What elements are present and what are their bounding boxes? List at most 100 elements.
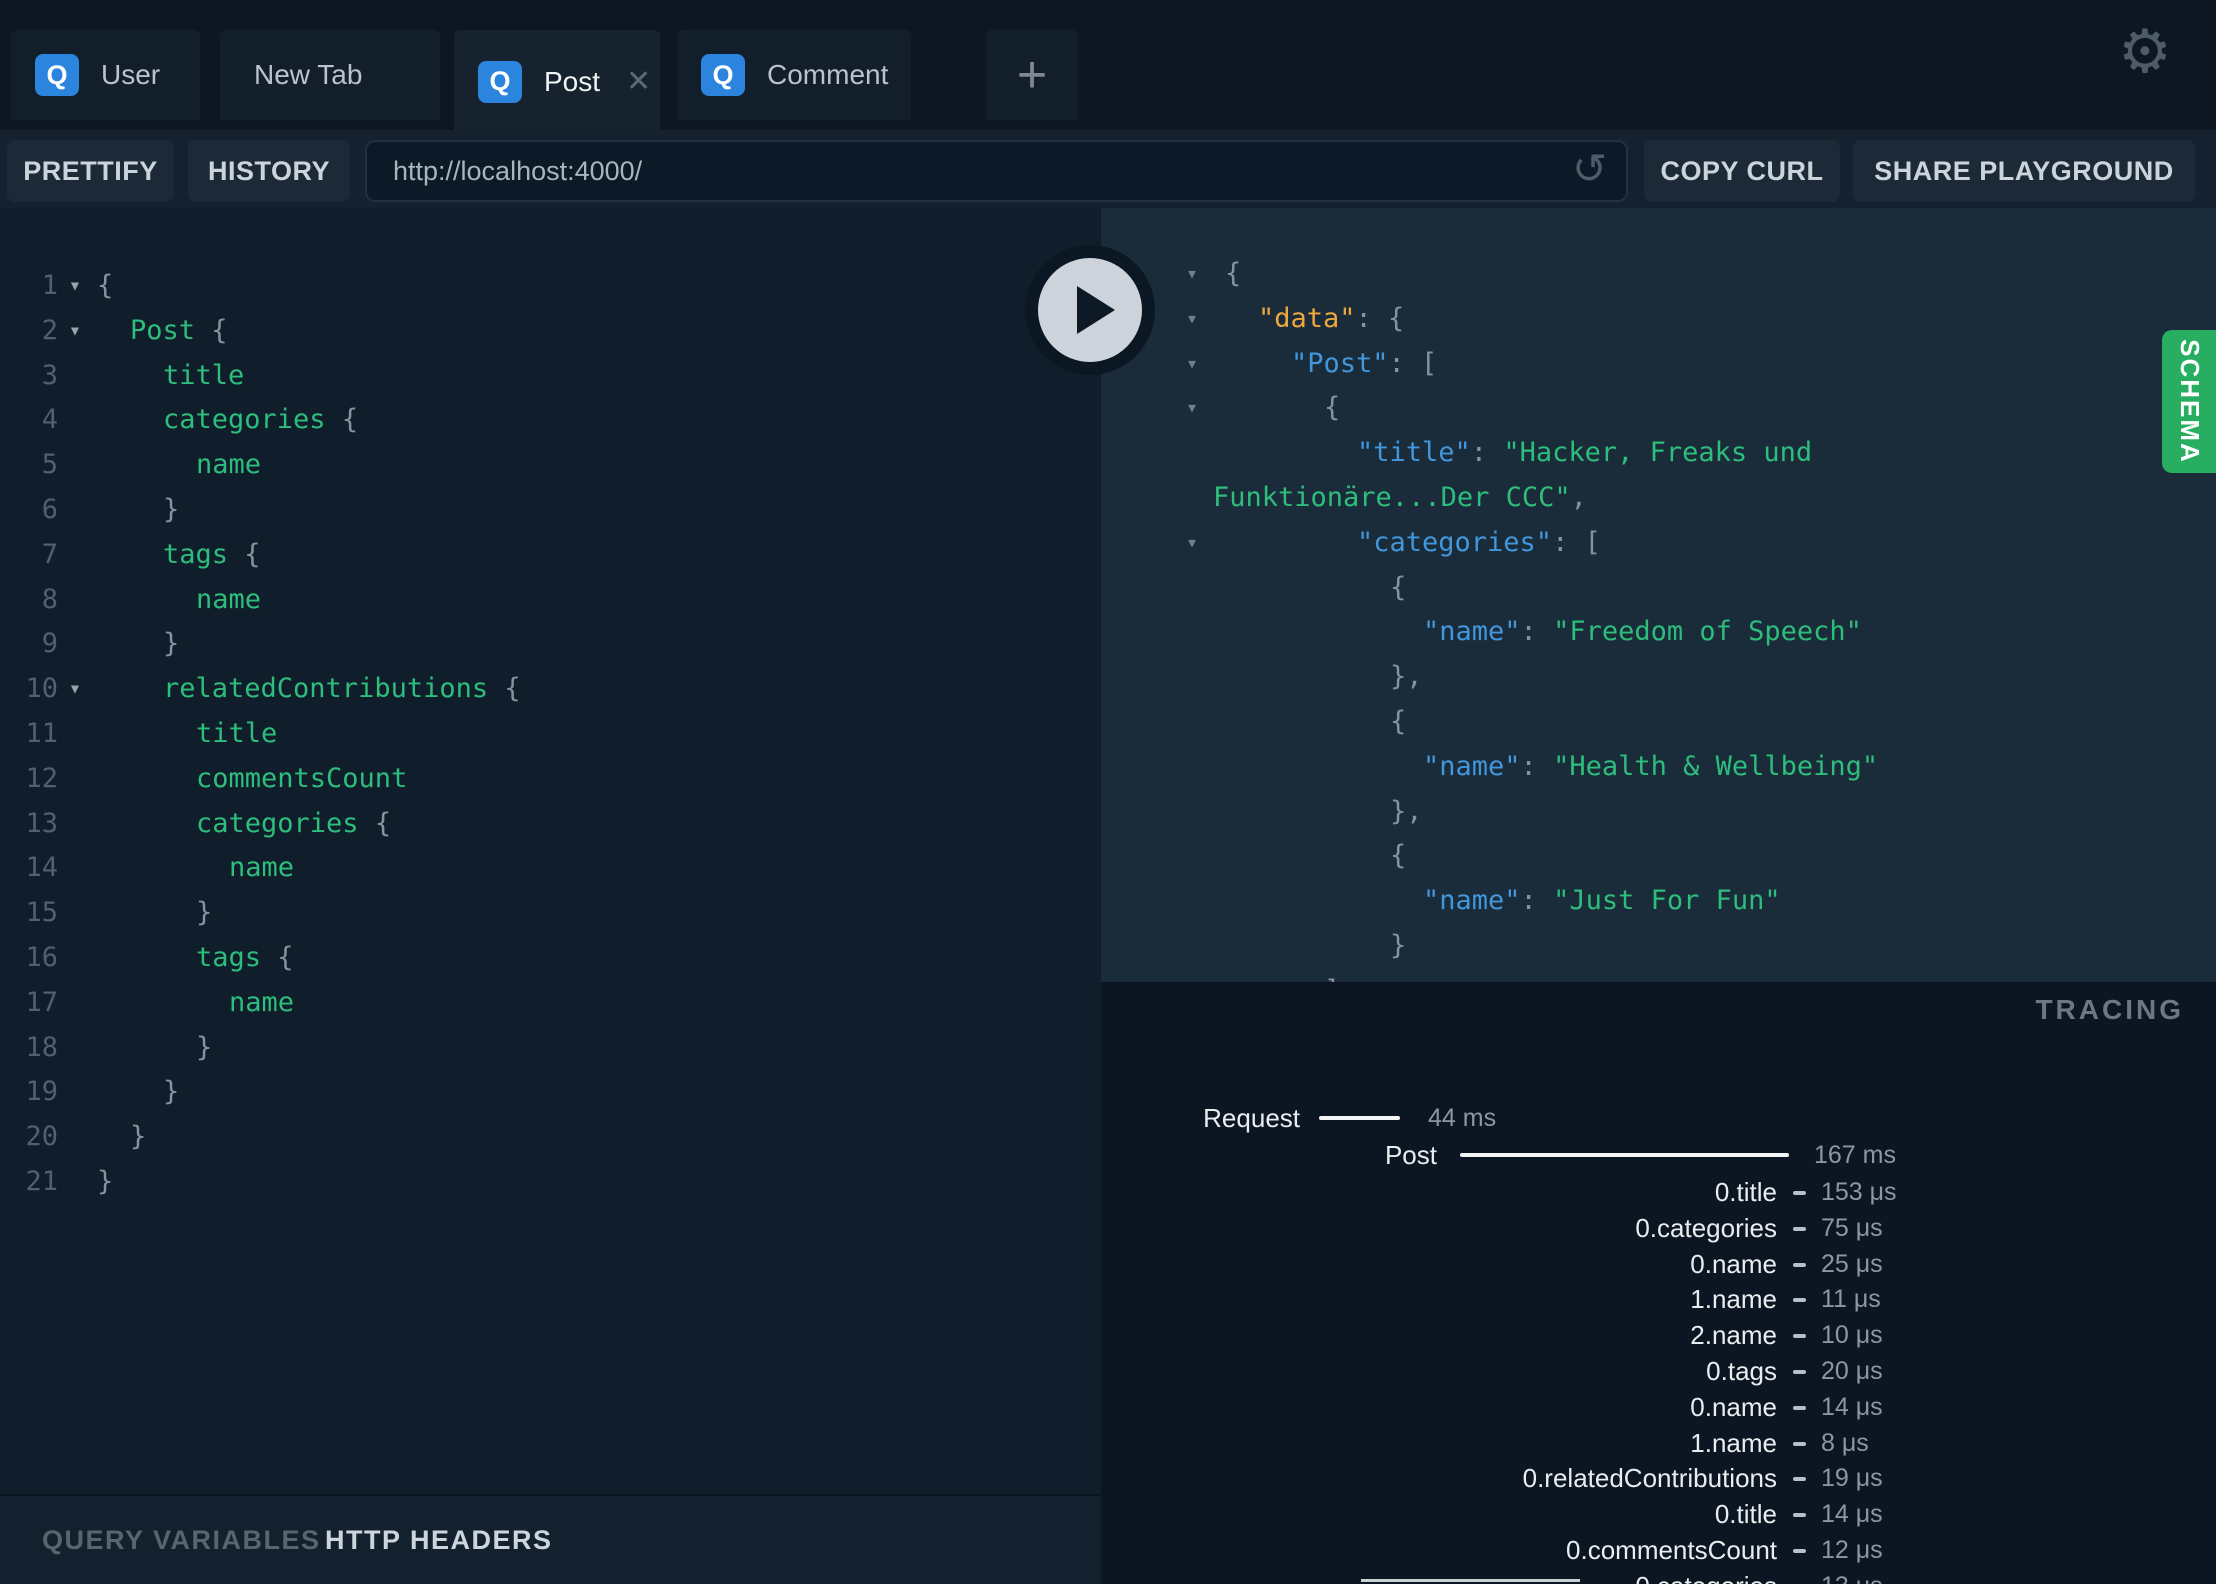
response-code: {: [1324, 385, 1340, 430]
tracing-field-value: 75 μs: [1821, 1213, 1883, 1242]
token-p: {: [1225, 258, 1242, 289]
settings-gear-icon[interactable]: ⚙: [2118, 22, 2172, 82]
tracing-field-value: 20 μs: [1821, 1357, 1883, 1385]
token-p: {: [1324, 392, 1341, 424]
execute-query-button[interactable]: [1025, 245, 1155, 375]
tracing-field-label: 0.name: [1690, 1391, 1777, 1422]
fold-chevron-down-icon[interactable]: ▾: [60, 263, 90, 308]
collapse-chevron-down-icon[interactable]: ▾: [1179, 385, 1205, 430]
line-number: 21: [25, 1166, 58, 1197]
token-k: "Post": [1291, 347, 1389, 379]
response-code: {: [1390, 565, 1406, 610]
response-line: "name": "Just For Fun": [1101, 878, 2216, 923]
token-s: "Health & Wellbeing": [1553, 750, 1879, 782]
line-number: 13: [25, 807, 58, 839]
token-p: {: [504, 673, 521, 705]
token-p: : {: [1355, 302, 1405, 334]
response-code: "name": "Just For Fun": [1423, 878, 1781, 923]
prettify-button[interactable]: PRETTIFY: [7, 140, 174, 202]
tracing-field-row: 0.tags 20 μs: [1101, 1353, 2216, 1389]
tracing-field-value: 25 μs: [1821, 1249, 1883, 1278]
copy-curl-button[interactable]: COPY CURL: [1644, 140, 1840, 202]
token-p: }: [1390, 930, 1407, 961]
editor-code: name: [196, 442, 261, 487]
response-code: "Post": [: [1291, 341, 1437, 386]
fold-chevron-down-icon[interactable]: ▾: [60, 666, 90, 711]
token-p: : [: [1552, 526, 1601, 558]
token-p: }: [163, 628, 180, 660]
token-p: {: [244, 538, 261, 570]
editor-line: 4 categories {: [0, 397, 1101, 442]
response-code: "categories": [: [1357, 520, 1601, 565]
tracing-field-label: 2.name: [1690, 1320, 1777, 1351]
line-number: 1: [41, 270, 58, 301]
schema-side-tab[interactable]: SCHEMA: [2162, 330, 2216, 473]
tracing-field-value: 11 μs: [1821, 1285, 1881, 1314]
fold-chevron-down-icon[interactable]: ▾: [60, 308, 90, 353]
new-tab-button[interactable]: +: [986, 30, 1078, 120]
tracing-field-value: 14 μs: [1821, 1500, 1883, 1529]
token-f: title: [163, 359, 245, 391]
tab-http-headers[interactable]: HTTP HEADERS: [325, 1496, 553, 1584]
tab-post[interactable]: Q Post ✕: [454, 30, 660, 133]
endpoint-url-input[interactable]: [365, 140, 1628, 202]
response-line: "title": "Hacker, Freaks und: [1101, 430, 2216, 475]
collapse-chevron-down-icon[interactable]: ▾: [1179, 251, 1205, 296]
tracing-field-label: 0.name: [1690, 1248, 1777, 1279]
query-badge-icon: Q: [35, 54, 79, 96]
tracing-dash: [1793, 1370, 1806, 1374]
tracing-field-label: 0.title: [1714, 1177, 1777, 1207]
tracing-field-row: 0.title 153 μs: [1101, 1174, 2216, 1210]
close-icon[interactable]: ✕: [626, 66, 651, 97]
editor-line: 17 name: [0, 980, 1101, 1025]
response-code: {: [1225, 251, 1241, 296]
editor-line: 2 ▾ Post {: [0, 308, 1101, 353]
line-number: 3: [41, 359, 58, 391]
query-editor[interactable]: 1 ▾{2 ▾ Post {3 title 4 categories {5 name 6} 7 ta…: [0, 208, 1101, 1494]
tab-query-variables[interactable]: QUERY VARIABLES: [42, 1496, 321, 1584]
tracing-bar-row: Post 167 ms: [1101, 1137, 2216, 1173]
tab-comment[interactable]: Q Comment: [677, 30, 911, 120]
response-line: {: [1101, 833, 2216, 878]
share-playground-button[interactable]: SHARE PLAYGROUND: [1853, 140, 2195, 202]
tab-label: Comment: [767, 59, 889, 90]
token-p: ]: [1324, 975, 1340, 982]
editor-code: categories {: [196, 801, 391, 846]
tracing-bar-row: Request 44 ms: [1101, 1100, 2216, 1136]
history-button[interactable]: HISTORY: [188, 140, 350, 202]
tab-user[interactable]: Q User: [11, 30, 200, 120]
tracing-field-row: 0.categories 13 μs: [1101, 1568, 2216, 1584]
line-number: 8: [41, 583, 58, 615]
editor-line: 14 name: [0, 845, 1101, 890]
collapse-chevron-down-icon[interactable]: ▾: [1179, 520, 1205, 565]
token-p: :: [1520, 750, 1554, 782]
tab-new-tab[interactable]: New Tab: [220, 30, 440, 120]
editor-code: }: [163, 487, 179, 532]
editor-code: name: [229, 845, 294, 890]
token-k: "title": [1357, 437, 1471, 469]
line-number: 20: [25, 1121, 58, 1153]
token-f: categories: [163, 404, 342, 436]
tracing-field-label: 0.relatedContributions: [1522, 1463, 1777, 1494]
tracing-dash: [1793, 1405, 1806, 1410]
tab-label: Post: [544, 65, 601, 97]
editor-code: {: [97, 263, 113, 308]
tracing-panel-toggle[interactable]: TRACING: [2035, 994, 2184, 1026]
editor-line: 16 tags {: [0, 935, 1101, 980]
response-viewer: ▾{▾ "data": {▾ "Post": [▾{"title": "Hacker…: [1101, 208, 2216, 982]
editor-line: 19}: [0, 1069, 1101, 1114]
reload-icon[interactable]: ↺: [1572, 140, 1607, 202]
editor-code: tags {: [196, 935, 294, 980]
collapse-chevron-down-icon[interactable]: ▾: [1179, 341, 1205, 386]
tracing-field-value: 19 μs: [1821, 1464, 1883, 1493]
editor-code: tags {: [163, 532, 261, 577]
editor-code: }: [163, 621, 179, 666]
token-f: relatedContributions: [163, 673, 505, 705]
tracing-dash: [1793, 1226, 1806, 1231]
tracing-dash: [1793, 1441, 1806, 1446]
tracing-dash: [1793, 1549, 1806, 1553]
line-number: 7: [41, 538, 58, 570]
collapse-chevron-down-icon[interactable]: ▾: [1179, 296, 1205, 341]
line-number: 9: [41, 628, 58, 660]
response-code: },: [1390, 789, 1423, 834]
